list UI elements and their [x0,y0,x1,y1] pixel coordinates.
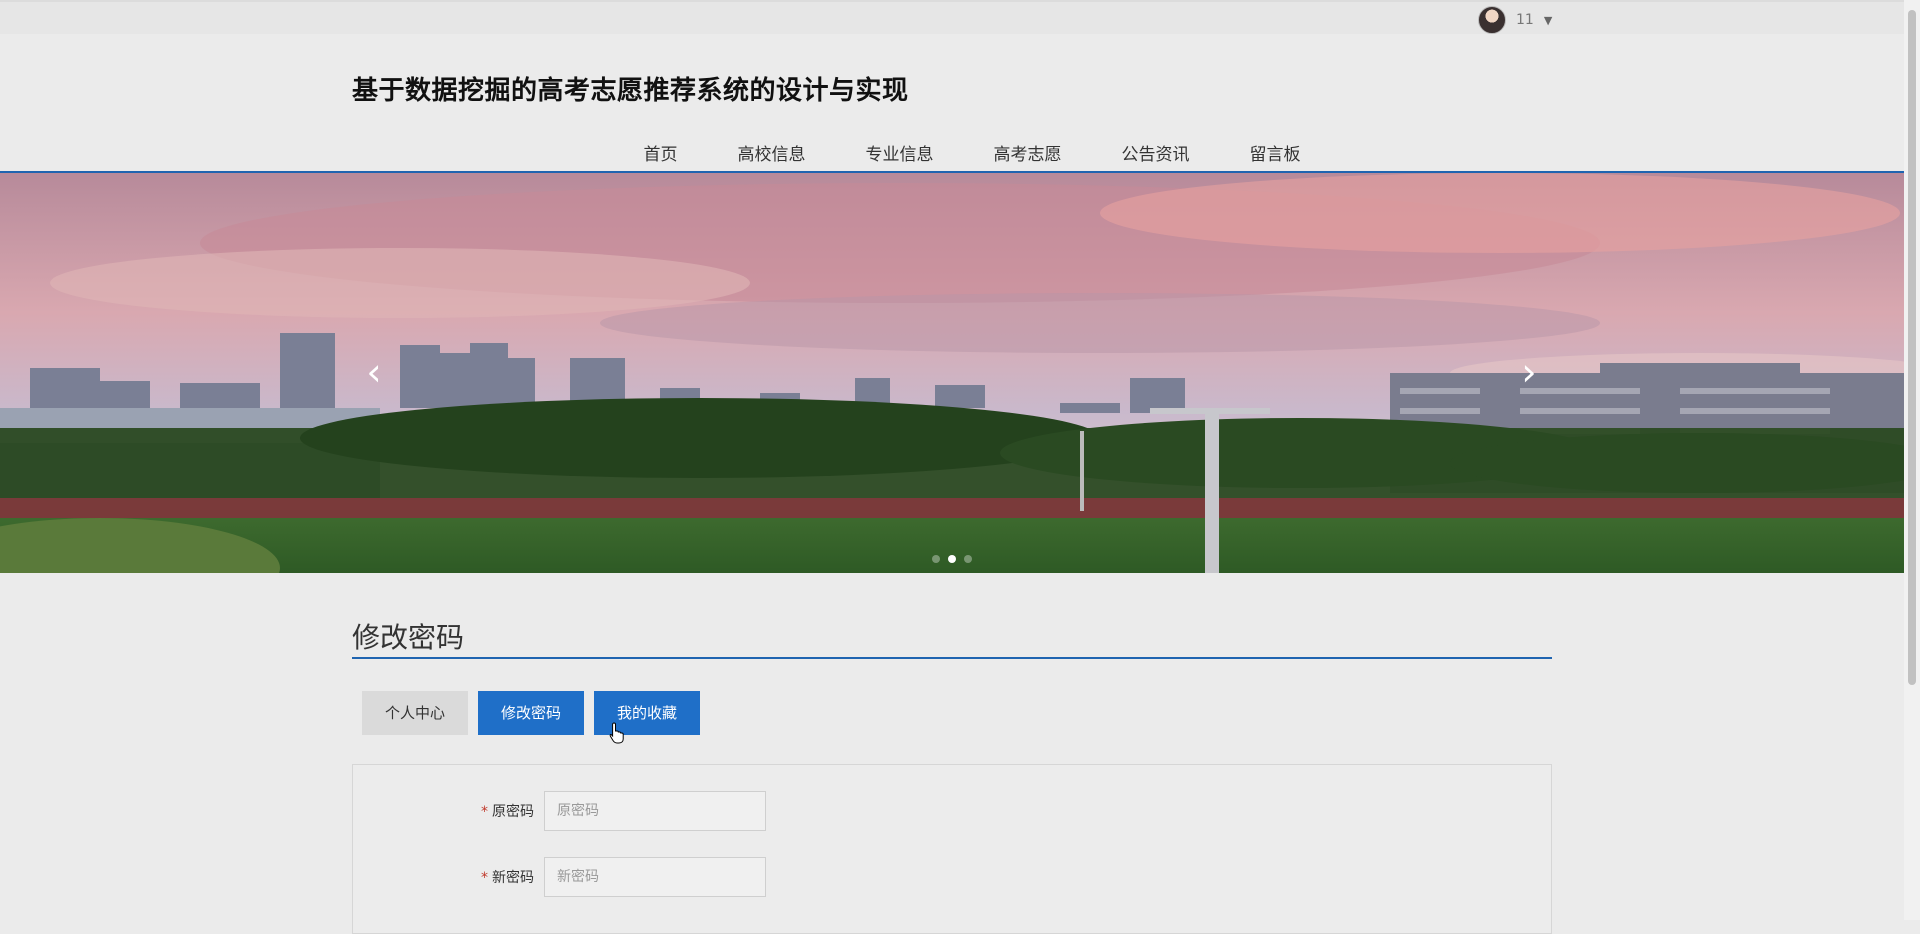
required-mark: * [481,804,488,820]
required-mark: * [481,870,488,886]
carousel-dot[interactable] [964,555,972,563]
carousel-dot[interactable] [932,555,940,563]
carousel-next-icon[interactable]: › [1514,353,1544,391]
nav-item-home[interactable]: 首页 [614,140,708,170]
form-row-new-password: * 新密码 [353,857,766,897]
old-password-label: * 原密码 [353,801,544,821]
hand-cursor-icon [609,722,624,744]
new-password-label-text: 新密码 [492,870,534,886]
carousel-indicators [932,555,972,563]
old-password-label-text: 原密码 [492,804,534,820]
banner-image [0,173,1904,573]
form-row-old-password: * 原密码 [353,791,766,831]
old-password-input[interactable] [544,791,766,831]
page-scrollbar[interactable] [1904,0,1920,920]
password-form: * 原密码 * 新密码 [352,764,1552,934]
scrollbar-thumb[interactable] [1908,10,1916,685]
nav-item-applications[interactable]: 高考志愿 [964,140,1092,170]
top-bar: 11 ▼ [0,0,1904,34]
avatar[interactable] [1478,6,1506,34]
nav-item-universities[interactable]: 高校信息 [708,140,836,170]
username[interactable]: 11 [1516,12,1534,28]
banner-carousel[interactable]: ‹ › [0,173,1904,573]
new-password-input[interactable] [544,857,766,897]
nav-item-majors[interactable]: 专业信息 [836,140,964,170]
carousel-dot-active[interactable] [948,555,956,563]
title-divider [352,657,1552,659]
account-tabs: 个人中心 修改密码 我的收藏 [362,691,700,735]
caret-down-icon[interactable]: ▼ [1544,14,1552,27]
new-password-label: * 新密码 [353,867,544,887]
tab-personal-center[interactable]: 个人中心 [362,691,468,735]
user-menu[interactable]: 11 ▼ [1478,6,1552,34]
nav-item-news[interactable]: 公告资讯 [1092,140,1220,170]
tab-change-password[interactable]: 修改密码 [478,691,584,735]
site-header: 基于数据挖掘的高考志愿推荐系统的设计与实现 首页 高校信息 专业信息 高考志愿 … [0,34,1904,172]
site-title: 基于数据挖掘的高考志愿推荐系统的设计与实现 [352,76,909,106]
page-title: 修改密码 [352,621,465,654]
nav-item-message-board[interactable]: 留言板 [1220,140,1331,170]
main-nav: 首页 高校信息 专业信息 高考志愿 公告资讯 留言板 [0,140,1904,170]
carousel-prev-icon[interactable]: ‹ [359,353,389,391]
